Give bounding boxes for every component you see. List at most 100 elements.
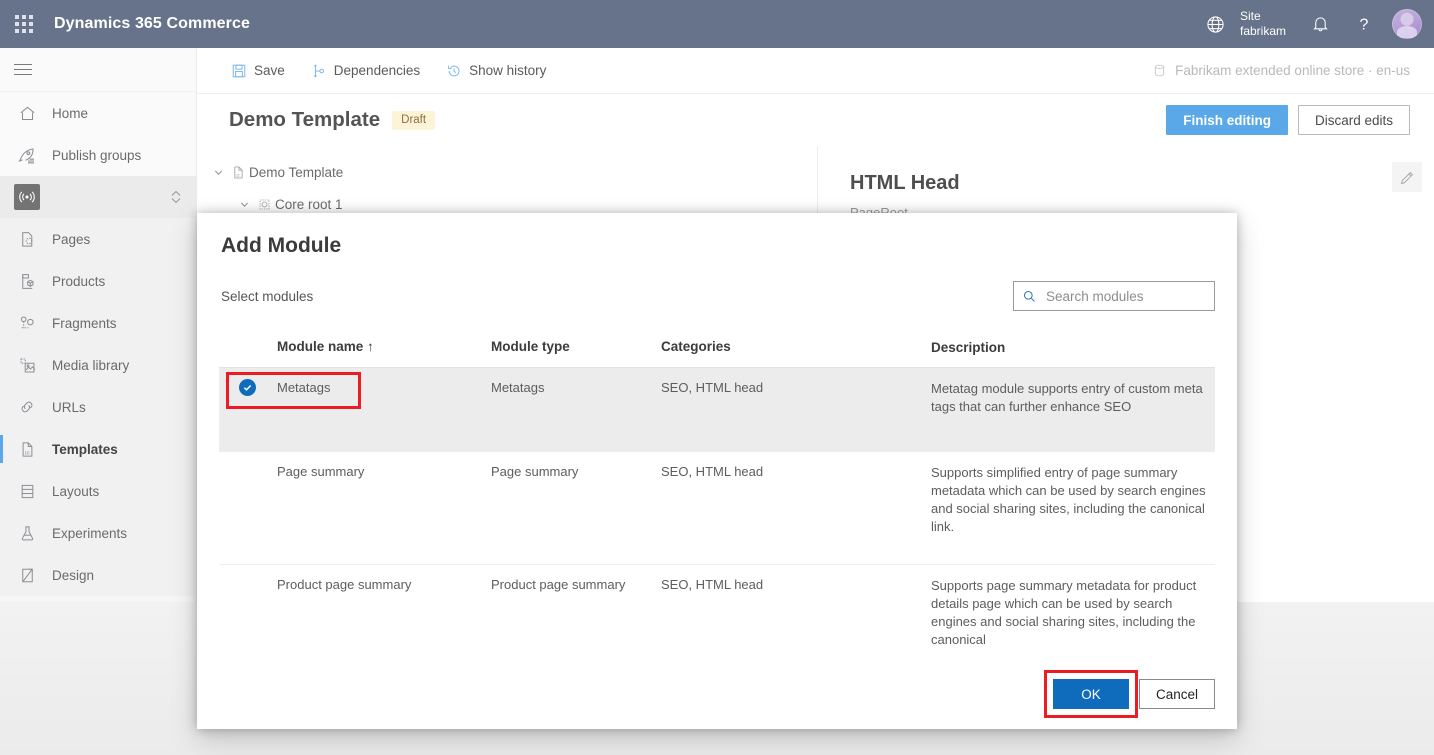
module-categories-cell: SEO, HTML head xyxy=(661,464,931,550)
module-description-cell: Supports page summary metadata for produ… xyxy=(931,577,1215,649)
fragments-icon xyxy=(14,310,40,336)
module-name-cell: Product page summary xyxy=(219,577,491,649)
site-selector-label: Site xyxy=(1240,9,1286,24)
module-categories-cell: SEO, HTML head xyxy=(661,577,931,649)
search-input[interactable] xyxy=(1044,288,1206,305)
pencil-icon[interactable] xyxy=(1392,162,1422,192)
module-type-cell: Metatags xyxy=(491,380,661,437)
sidebar-item-home[interactable]: Home xyxy=(0,92,196,134)
notifications-icon[interactable] xyxy=(1298,0,1342,48)
pages-icon xyxy=(14,226,40,252)
save-label: Save xyxy=(254,63,285,78)
sidebar-item-label: Layouts xyxy=(52,484,99,499)
experiments-icon xyxy=(14,520,40,546)
dependencies-button[interactable]: Dependencies xyxy=(301,48,430,94)
store-context-label: Fabrikam extended online store · en-us xyxy=(1175,63,1410,78)
save-button[interactable]: Save xyxy=(221,48,295,94)
finish-editing-button[interactable]: Finish editing xyxy=(1166,105,1288,135)
status-badge: Draft xyxy=(392,111,435,130)
sidebar-item-products[interactable]: Products xyxy=(0,260,196,302)
sidebar-item-label: Publish groups xyxy=(52,148,141,163)
table-row[interactable]: Page summary Page summary SEO, HTML head… xyxy=(219,452,1215,565)
chevron-down-icon[interactable] xyxy=(235,199,253,210)
show-history-button[interactable]: Show history xyxy=(436,48,556,94)
dialog-subheader: Select modules xyxy=(197,258,1237,311)
sidebar-item-label: Media library xyxy=(52,358,129,373)
sidebar-top-group: Home Publish groups xyxy=(0,92,196,176)
templates-icon xyxy=(14,436,40,462)
search-icon xyxy=(1022,289,1037,304)
properties-title: HTML Head xyxy=(850,172,1434,195)
module-description-cell: Metatag module supports entry of custom … xyxy=(931,380,1215,437)
column-header-module-name[interactable]: Module name ↑ xyxy=(219,339,491,357)
module-type-cell: Product page summary xyxy=(491,577,661,649)
media-library-icon xyxy=(14,352,40,378)
page-title-row: Demo Template Draft Finish editing Disca… xyxy=(197,94,1434,146)
help-icon[interactable]: ? xyxy=(1342,0,1386,48)
table-row[interactable]: Metatags Metatags SEO, HTML head Metatag… xyxy=(219,368,1215,452)
sidebar-item-media-library[interactable]: Media library xyxy=(0,344,196,386)
discard-edits-button[interactable]: Discard edits xyxy=(1298,105,1410,135)
sidebar-item-label: Products xyxy=(52,274,105,289)
row-checkbox-checked-icon[interactable] xyxy=(239,379,256,396)
module-type-cell: Page summary xyxy=(491,464,661,550)
sidebar-item-label: URLs xyxy=(52,400,86,415)
column-header-module-type[interactable]: Module type xyxy=(491,339,661,357)
sidebar-item-label: Design xyxy=(52,568,94,583)
site-selector[interactable]: Site fabrikam xyxy=(1238,0,1298,48)
column-header-description[interactable]: Description xyxy=(931,339,1215,357)
sidebar-item-urls[interactable]: URLs xyxy=(0,386,196,428)
page-actions: Finish editing Discard edits xyxy=(1166,105,1410,135)
sidebar-site-header[interactable] xyxy=(0,176,196,218)
site-broadcast-icon xyxy=(14,184,40,210)
command-bar: Save Dependencies Show history Fabrikam … xyxy=(197,48,1434,94)
table-row[interactable]: Product page summary Product page summar… xyxy=(219,565,1215,663)
sidebar-item-label: Fragments xyxy=(52,316,117,331)
sidebar-item-design[interactable]: Design xyxy=(0,554,196,596)
sidebar-item-label: Templates xyxy=(52,442,118,457)
save-icon xyxy=(231,63,247,79)
products-icon xyxy=(14,268,40,294)
add-module-dialog: Add Module Select modules Module name ↑ … xyxy=(197,213,1237,729)
show-history-label: Show history xyxy=(469,63,546,78)
globe-icon[interactable] xyxy=(1194,0,1238,48)
sidebar-item-templates[interactable]: Templates xyxy=(0,428,196,470)
sidebar-item-experiments[interactable]: Experiments xyxy=(0,512,196,554)
module-description-cell: Supports simplified entry of page summar… xyxy=(931,464,1215,550)
urls-icon xyxy=(14,394,40,420)
search-modules-box[interactable] xyxy=(1013,281,1215,311)
app-title: Dynamics 365 Commerce xyxy=(54,15,250,33)
sidebar-item-label: Experiments xyxy=(52,526,127,541)
module-name-cell: Page summary xyxy=(219,464,491,550)
module-name-cell: Metatags xyxy=(219,380,491,437)
home-icon xyxy=(14,100,40,126)
app-launcher-button[interactable] xyxy=(0,0,48,48)
page-title: Demo Template xyxy=(229,108,380,132)
site-selector-value: fabrikam xyxy=(1240,24,1286,39)
dependencies-icon xyxy=(311,63,327,79)
app-header: Dynamics 365 Commerce Site fabrikam ? xyxy=(0,0,1434,48)
tree-node-label: Core root 1 xyxy=(275,197,343,212)
dependencies-label: Dependencies xyxy=(334,63,420,78)
chevron-updown-icon[interactable] xyxy=(170,189,182,205)
sidebar-item-fragments[interactable]: Fragments xyxy=(0,302,196,344)
ok-button[interactable]: OK xyxy=(1053,679,1129,709)
sidebar-item-pages[interactable]: Pages xyxy=(0,218,196,260)
sidebar-item-layouts[interactable]: Layouts xyxy=(0,470,196,512)
dialog-footer: OK Cancel xyxy=(1053,679,1215,709)
layouts-icon xyxy=(14,478,40,504)
tree-node-demo-template[interactable]: Demo Template xyxy=(197,156,817,188)
chevron-down-icon[interactable] xyxy=(209,167,227,178)
cancel-button[interactable]: Cancel xyxy=(1139,679,1215,709)
hamburger-menu-button[interactable] xyxy=(0,48,196,92)
module-categories-cell: SEO, HTML head xyxy=(661,380,931,437)
avatar[interactable] xyxy=(1392,9,1422,39)
hamburger-icon xyxy=(14,60,32,79)
sidebar-item-publish-groups[interactable]: Publish groups xyxy=(0,134,196,176)
table-header-row: Module name ↑ Module type Categories Des… xyxy=(219,331,1215,368)
database-icon xyxy=(1152,63,1167,78)
sidebar-item-label: Pages xyxy=(52,232,90,247)
grid-icon xyxy=(15,15,33,33)
store-context: Fabrikam extended online store · en-us xyxy=(1152,63,1434,78)
column-header-categories[interactable]: Categories xyxy=(661,339,931,357)
